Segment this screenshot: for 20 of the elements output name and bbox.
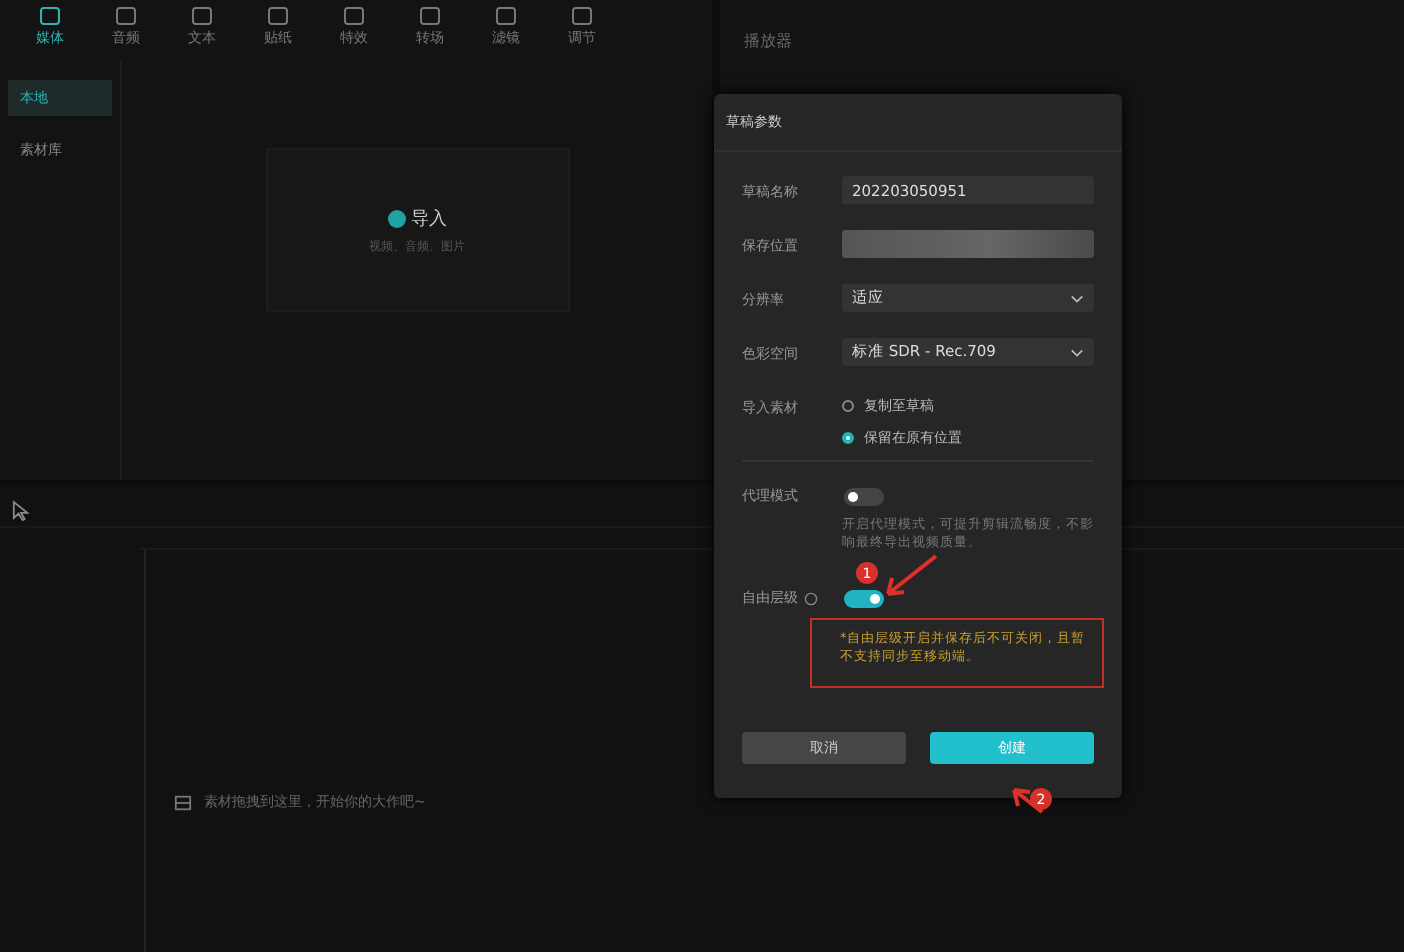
tool-icon — [114, 4, 138, 28]
tool-icon — [342, 4, 366, 28]
tool-icon — [418, 4, 442, 28]
toggle-switch[interactable] — [844, 487, 884, 505]
annotation-arrow — [1006, 784, 1046, 816]
pointer-icon[interactable] — [12, 500, 30, 522]
chevron-icon — [1070, 347, 1084, 357]
tool-icon — [38, 4, 62, 28]
info-icon[interactable] — [804, 591, 818, 606]
player-title: 播放器 — [744, 32, 792, 50]
film-icon — [174, 793, 192, 811]
toggle-switch[interactable] — [844, 589, 884, 608]
tool-icon — [494, 4, 518, 28]
tool-icon — [190, 4, 214, 28]
chevron-icon — [1070, 293, 1084, 303]
import-label: 导入 — [411, 207, 447, 231]
tool-icon — [266, 4, 290, 28]
tool-icon — [570, 4, 594, 28]
annotation-arrow — [880, 552, 940, 600]
path-input[interactable] — [842, 230, 1094, 258]
